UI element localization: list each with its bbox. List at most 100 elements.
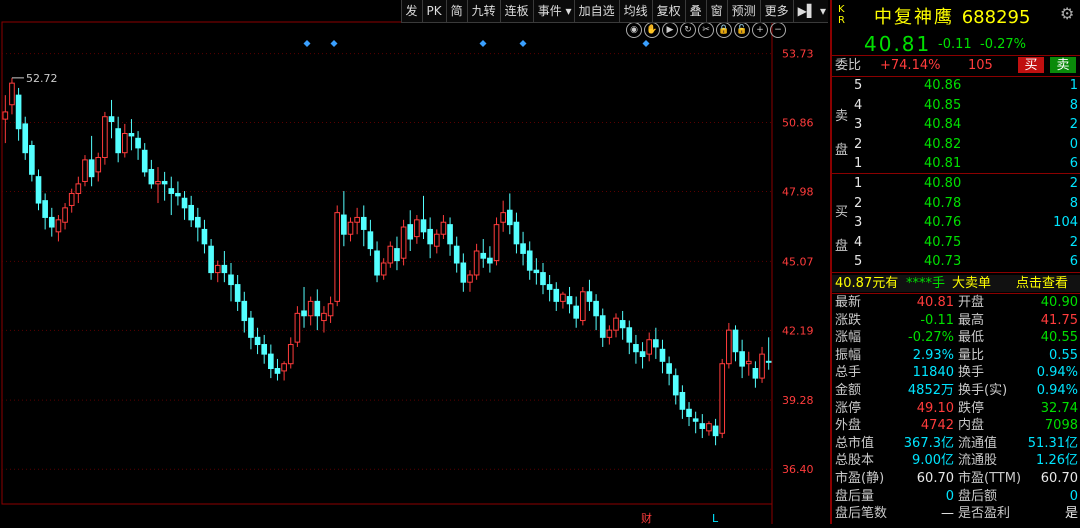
candle[interactable]	[433, 229, 440, 254]
candle[interactable]	[467, 270, 473, 292]
candle[interactable]	[473, 243, 480, 280]
candle[interactable]	[115, 116, 121, 163]
candle[interactable]	[712, 418, 719, 446]
candle[interactable]	[540, 263, 546, 295]
candle[interactable]	[440, 215, 447, 240]
candle[interactable]	[739, 339, 745, 379]
toolbar-overlay-button[interactable]: 叠	[684, 0, 706, 22]
candle[interactable]	[400, 219, 407, 266]
candle[interactable]	[526, 241, 533, 280]
toolbar-forecast-button[interactable]: 预测	[726, 0, 760, 22]
candle[interactable]	[254, 327, 261, 355]
candle[interactable]	[248, 310, 254, 350]
candle[interactable]	[208, 239, 214, 280]
candle[interactable]	[367, 219, 374, 256]
candle[interactable]	[719, 358, 726, 439]
bid-row[interactable]: 3 40.76 104	[832, 214, 1080, 231]
toolbar-page-button[interactable]: ▶▌ ▾	[792, 0, 828, 22]
candle[interactable]	[580, 286, 586, 326]
bid-row[interactable]: 5 40.73 6	[832, 253, 1080, 270]
candle[interactable]	[274, 358, 281, 381]
gear-icon[interactable]: ⚙	[1060, 4, 1074, 23]
candle[interactable]	[666, 356, 672, 386]
candle[interactable]	[752, 361, 759, 388]
ask-row[interactable]: 3 40.84 2	[832, 116, 1080, 133]
bid-row[interactable]: 1 40.80 2	[832, 175, 1080, 192]
candle[interactable]	[301, 286, 307, 328]
candle[interactable]	[294, 306, 301, 347]
candle[interactable]	[228, 263, 234, 302]
candle[interactable]	[407, 210, 414, 252]
candle[interactable]	[546, 274, 553, 302]
candle[interactable]	[500, 200, 506, 232]
candle[interactable]	[321, 306, 327, 333]
toolbar-jian-button[interactable]: 简	[445, 0, 467, 22]
candle[interactable]	[314, 289, 321, 331]
candle[interactable]	[520, 231, 526, 266]
candle[interactable]	[639, 342, 646, 369]
candle[interactable]	[414, 215, 420, 244]
candle[interactable]	[234, 274, 241, 311]
sell-button[interactable]: 卖	[1050, 57, 1076, 73]
toolbar-add-watchlist-button[interactable]: 加自选	[573, 0, 619, 22]
candle[interactable]	[168, 176, 175, 216]
candle[interactable]	[148, 159, 155, 189]
ask-row[interactable]: 4 40.85 8	[832, 97, 1080, 114]
candle[interactable]	[108, 99, 115, 139]
candle[interactable]	[188, 195, 195, 228]
ask-row[interactable]: 2 40.82 0	[832, 136, 1080, 153]
candle[interactable]	[29, 140, 35, 182]
candle[interactable]	[493, 217, 500, 266]
candle[interactable]	[15, 87, 22, 141]
candle[interactable]	[573, 296, 579, 328]
big-order-view-link[interactable]: 点击查看	[1016, 275, 1068, 292]
candle[interactable]	[460, 253, 467, 292]
candle[interactable]	[62, 203, 68, 230]
zoom-out-icon[interactable]: −	[770, 22, 786, 38]
bid-row[interactable]: 4 40.75 2	[832, 234, 1080, 251]
candle[interactable]	[659, 339, 666, 374]
candle[interactable]	[387, 241, 394, 268]
candle[interactable]	[82, 155, 88, 187]
toolbar-window-button[interactable]: 窗	[705, 0, 727, 22]
candle[interactable]	[347, 217, 354, 242]
candle[interactable]	[745, 351, 752, 376]
candle[interactable]	[765, 337, 772, 370]
candle[interactable]	[307, 296, 314, 326]
candle[interactable]	[732, 325, 739, 362]
candle[interactable]	[75, 176, 82, 204]
toolbar-ma-button[interactable]: 均线	[618, 0, 652, 22]
candle[interactable]	[427, 217, 433, 259]
eye-icon[interactable]: ◉	[626, 22, 642, 38]
candle[interactable]	[334, 205, 341, 307]
candle[interactable]	[759, 346, 765, 383]
ask-row[interactable]: 1 40.81 6	[832, 155, 1080, 172]
candle[interactable]	[692, 411, 699, 434]
toolbar-fa-button[interactable]: 发	[400, 0, 422, 22]
candle[interactable]	[175, 181, 181, 206]
refresh-icon[interactable]: ↻	[680, 22, 696, 38]
candle[interactable]	[560, 291, 566, 309]
candle[interactable]	[155, 167, 161, 204]
candle[interactable]	[553, 282, 560, 311]
toolbar-adjust-button[interactable]: 复权	[651, 0, 685, 22]
candle[interactable]	[161, 171, 168, 201]
candle[interactable]	[42, 193, 48, 230]
zoom-in-icon[interactable]: +	[752, 22, 768, 38]
candle[interactable]	[102, 111, 108, 165]
candle[interactable]	[201, 219, 208, 254]
candle[interactable]	[586, 279, 593, 311]
candle[interactable]	[706, 421, 712, 436]
candle[interactable]	[599, 308, 606, 347]
candle[interactable]	[354, 207, 360, 235]
kline-chart[interactable]: 53.73 50.86 47.98 45.07 42.19 39.28 36.40 52.72…	[0, 0, 828, 525]
candle[interactable]	[699, 414, 706, 439]
play-icon[interactable]: ▶	[662, 22, 678, 38]
candle[interactable]	[327, 296, 334, 323]
candle[interactable]	[2, 95, 9, 144]
candle[interactable]	[195, 207, 201, 242]
candle[interactable]	[533, 258, 540, 285]
candle[interactable]	[646, 332, 653, 362]
candle[interactable]	[513, 212, 520, 254]
kline-chart-area[interactable]: 53.73 50.86 47.98 45.07 42.19 39.28 36.40 52.72…	[0, 0, 828, 525]
